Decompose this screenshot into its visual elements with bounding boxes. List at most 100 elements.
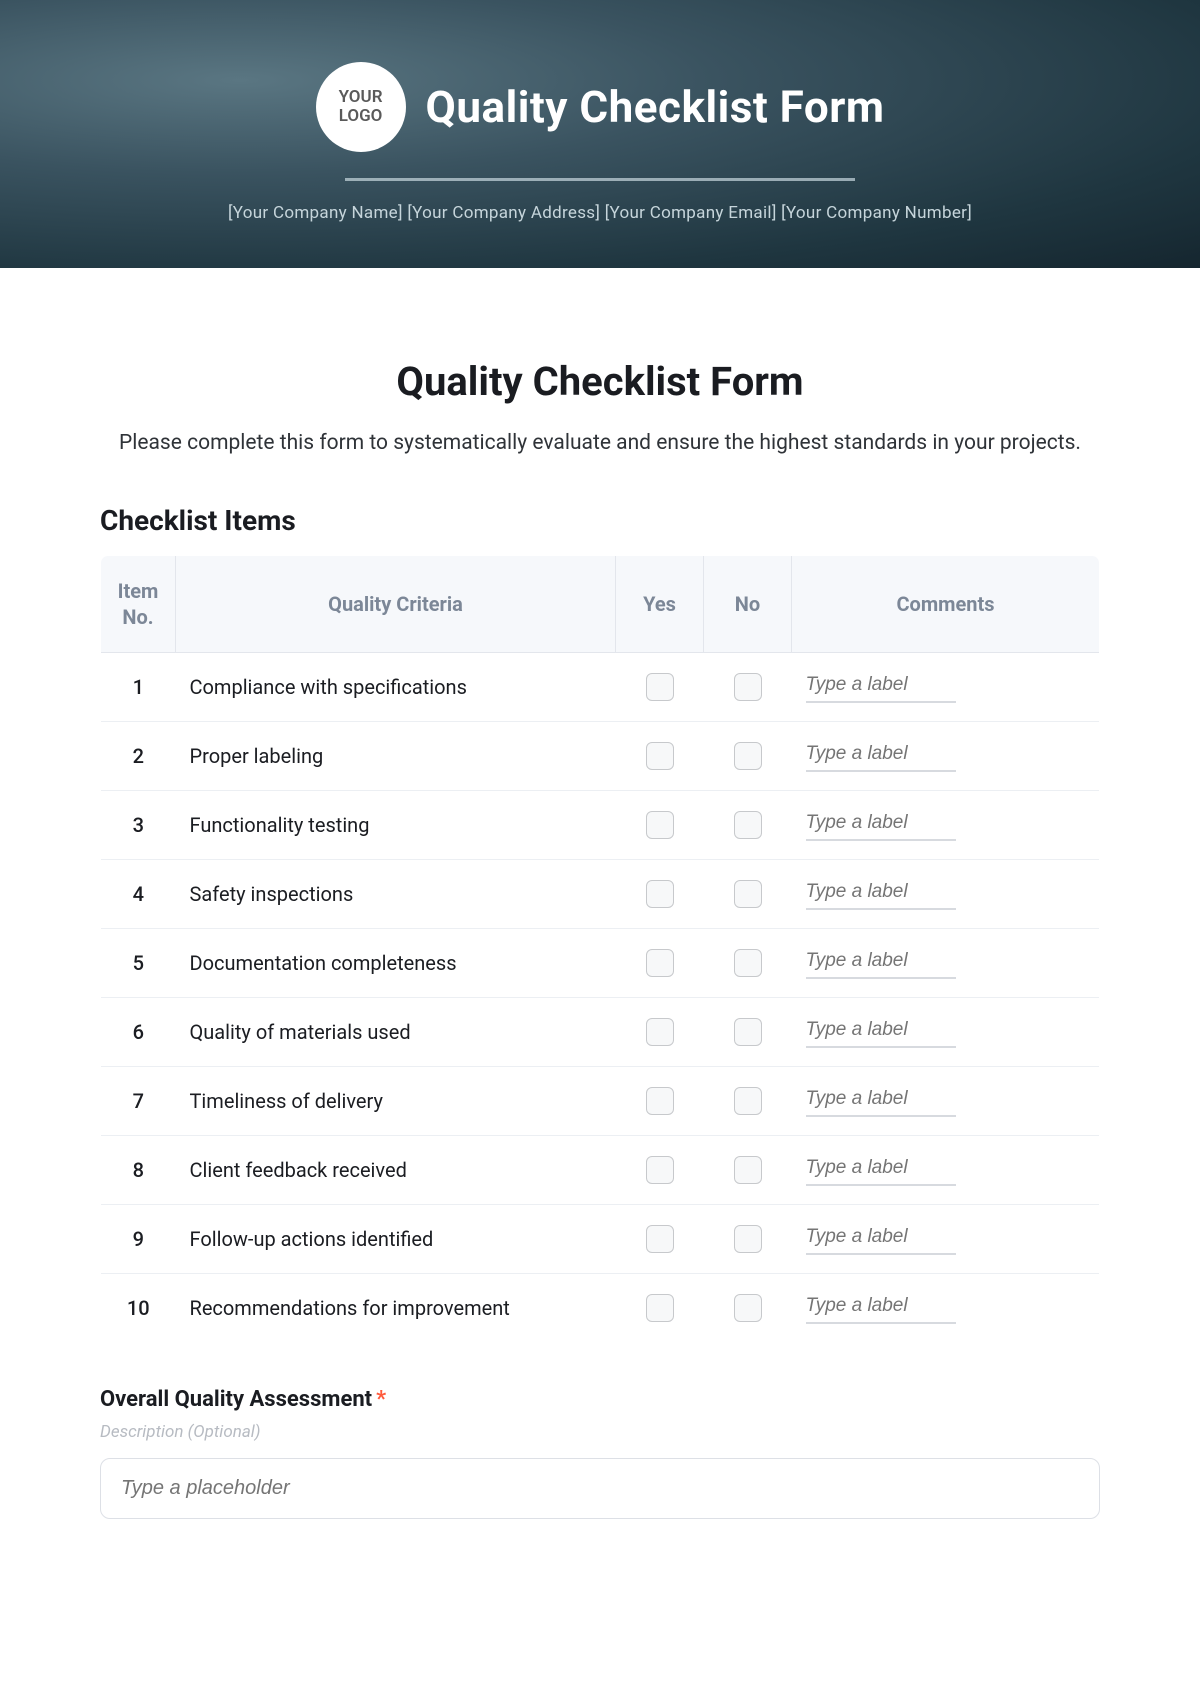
yes-cell [616, 997, 704, 1066]
checklist-items-heading: Checklist Items [100, 504, 1100, 537]
logo-text-line1: YOUR [339, 88, 383, 107]
yes-checkbox[interactable] [646, 949, 674, 977]
yes-checkbox[interactable] [646, 1294, 674, 1322]
item-number: 8 [101, 1135, 176, 1204]
comments-input[interactable] [806, 1223, 956, 1255]
col-header-no: No [704, 555, 792, 652]
item-number: 9 [101, 1204, 176, 1273]
table-row: 5Documentation completeness [101, 928, 1100, 997]
table-row: 1Compliance with specifications [101, 652, 1100, 721]
yes-cell [616, 721, 704, 790]
col-header-comments: Comments [792, 555, 1100, 652]
header-banner: YOUR LOGO Quality Checklist Form [Your C… [0, 0, 1200, 268]
no-cell [704, 997, 792, 1066]
no-checkbox[interactable] [734, 1156, 762, 1184]
comments-input[interactable] [806, 740, 956, 772]
comments-input[interactable] [806, 809, 956, 841]
comments-input[interactable] [806, 1085, 956, 1117]
yes-checkbox[interactable] [646, 811, 674, 839]
quality-criteria: Safety inspections [176, 859, 616, 928]
comments-cell [792, 1135, 1100, 1204]
comments-input[interactable] [806, 1154, 956, 1186]
quality-criteria: Functionality testing [176, 790, 616, 859]
comments-cell [792, 790, 1100, 859]
quality-criteria: Timeliness of delivery [176, 1066, 616, 1135]
no-cell [704, 721, 792, 790]
logo-text-line2: LOGO [339, 107, 383, 126]
no-cell [704, 652, 792, 721]
overall-assessment-input[interactable] [100, 1458, 1100, 1519]
table-header-row: Item No. Quality Criteria Yes No Comment… [101, 555, 1100, 652]
comments-cell [792, 652, 1100, 721]
checklist-table: Item No. Quality Criteria Yes No Comment… [100, 555, 1100, 1343]
field-label-row: Overall Quality Assessment * [100, 1387, 1100, 1412]
no-checkbox[interactable] [734, 880, 762, 908]
table-row: 3Functionality testing [101, 790, 1100, 859]
item-number: 3 [101, 790, 176, 859]
no-checkbox[interactable] [734, 1294, 762, 1322]
quality-criteria: Quality of materials used [176, 997, 616, 1066]
yes-checkbox[interactable] [646, 673, 674, 701]
yes-cell [616, 859, 704, 928]
yes-checkbox[interactable] [646, 880, 674, 908]
quality-criteria: Recommendations for improvement [176, 1273, 616, 1342]
comments-input[interactable] [806, 878, 956, 910]
form-title: Quality Checklist Form [100, 358, 1100, 405]
logo-placeholder: YOUR LOGO [316, 62, 406, 152]
yes-checkbox[interactable] [646, 1087, 674, 1115]
col-header-criteria: Quality Criteria [176, 555, 616, 652]
no-cell [704, 1066, 792, 1135]
item-number: 2 [101, 721, 176, 790]
yes-cell [616, 1273, 704, 1342]
quality-criteria: Documentation completeness [176, 928, 616, 997]
comments-cell [792, 859, 1100, 928]
banner-top-row: YOUR LOGO Quality Checklist Form [316, 62, 885, 152]
required-marker: * [376, 1387, 386, 1412]
yes-checkbox[interactable] [646, 1225, 674, 1253]
quality-criteria: Proper labeling [176, 721, 616, 790]
form-content: Quality Checklist Form Please complete t… [0, 268, 1200, 1559]
table-row: 7Timeliness of delivery [101, 1066, 1100, 1135]
table-row: 6Quality of materials used [101, 997, 1100, 1066]
no-cell [704, 790, 792, 859]
banner-divider [345, 178, 855, 181]
no-checkbox[interactable] [734, 673, 762, 701]
banner-company-placeholders: [Your Company Name] [Your Company Addres… [228, 203, 972, 223]
overall-assessment-label: Overall Quality Assessment [100, 1387, 372, 1412]
comments-input[interactable] [806, 671, 956, 703]
item-number: 10 [101, 1273, 176, 1342]
comments-cell [792, 1273, 1100, 1342]
comments-cell [792, 997, 1100, 1066]
no-cell [704, 928, 792, 997]
table-row: 8Client feedback received [101, 1135, 1100, 1204]
item-number: 7 [101, 1066, 176, 1135]
comments-input[interactable] [806, 1016, 956, 1048]
no-checkbox[interactable] [734, 1225, 762, 1253]
no-cell [704, 1273, 792, 1342]
col-header-item-no: Item No. [101, 555, 176, 652]
quality-criteria: Client feedback received [176, 1135, 616, 1204]
item-number: 5 [101, 928, 176, 997]
no-checkbox[interactable] [734, 742, 762, 770]
table-row: 9Follow-up actions identified [101, 1204, 1100, 1273]
no-checkbox[interactable] [734, 949, 762, 977]
comments-input[interactable] [806, 1292, 956, 1324]
no-checkbox[interactable] [734, 1087, 762, 1115]
yes-checkbox[interactable] [646, 1156, 674, 1184]
no-checkbox[interactable] [734, 1018, 762, 1046]
no-checkbox[interactable] [734, 811, 762, 839]
yes-checkbox[interactable] [646, 742, 674, 770]
comments-input[interactable] [806, 947, 956, 979]
yes-checkbox[interactable] [646, 1018, 674, 1046]
table-row: 4Safety inspections [101, 859, 1100, 928]
item-number: 4 [101, 859, 176, 928]
table-row: 10Recommendations for improvement [101, 1273, 1100, 1342]
yes-cell [616, 1066, 704, 1135]
no-cell [704, 1135, 792, 1204]
overall-assessment-field: Overall Quality Assessment * Description… [100, 1387, 1100, 1519]
comments-cell [792, 1066, 1100, 1135]
banner-title: Quality Checklist Form [426, 81, 885, 133]
yes-cell [616, 928, 704, 997]
item-number: 1 [101, 652, 176, 721]
form-description: Please complete this form to systematica… [100, 427, 1100, 460]
